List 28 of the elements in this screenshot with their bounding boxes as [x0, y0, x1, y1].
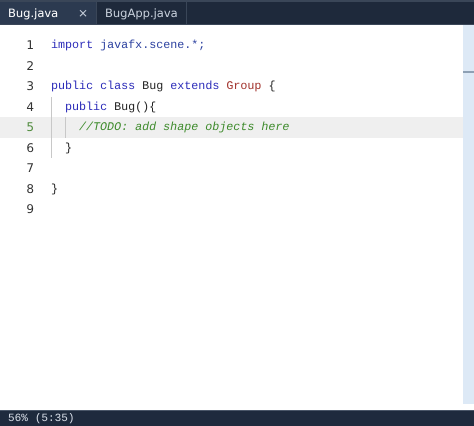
line-number: 3: [25, 79, 35, 94]
code-token: import: [51, 38, 94, 52]
line-number: 8: [25, 182, 35, 196]
line-number: 1: [25, 38, 35, 52]
code-token: public class: [51, 79, 136, 94]
code-token: Bug: [141, 79, 164, 94]
line-number: 7: [25, 161, 35, 176]
code-token: {: [267, 79, 276, 94]
line-number: 4: [25, 100, 35, 114]
code-token: extends: [170, 79, 220, 94]
code-token: public: [65, 100, 108, 114]
scrollbar[interactable]: [463, 25, 474, 404]
code-token: //TODO: add shape objects here: [79, 120, 290, 134]
line-number: 9: [25, 202, 35, 216]
code-token: Bug(){: [113, 100, 156, 114]
code-token: javafx.scene.*;: [99, 38, 206, 52]
cursor-position: (5:35): [34, 412, 74, 424]
code-token: }: [51, 182, 58, 196]
close-icon[interactable]: ×: [78, 6, 88, 20]
line-number: 5: [25, 120, 35, 134]
code-token: }: [65, 140, 72, 155]
editor-tab[interactable]: BugApp.java: [97, 2, 187, 24]
code-token: Group: [225, 79, 262, 94]
zoom-level: 56%: [8, 412, 28, 424]
editor-tab[interactable]: Bug.java ×: [0, 2, 97, 24]
scroll-thumb[interactable]: [463, 71, 474, 73]
line-number: 2: [25, 58, 35, 73]
line-number: 6: [25, 140, 35, 155]
